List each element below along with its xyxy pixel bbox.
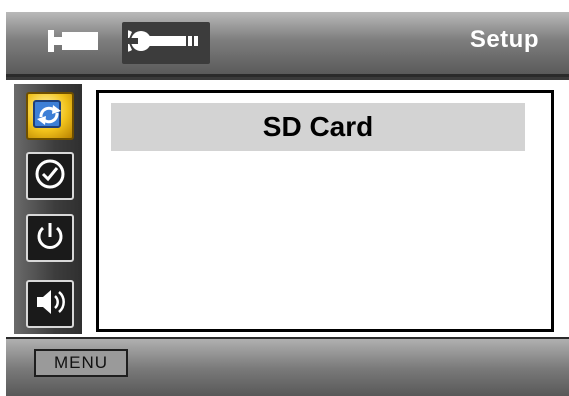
bottom-bar: MENU: [6, 337, 569, 396]
speaker-icon: [33, 285, 67, 324]
clock-icon: [33, 157, 67, 196]
menu-item-sd-card[interactable]: SD Card: [111, 103, 525, 151]
format-refresh-icon: [31, 95, 69, 138]
top-bar: Setup: [6, 12, 569, 77]
sidebar-item-power[interactable]: [26, 214, 74, 262]
wrench-icon: [114, 28, 204, 59]
sidebar-item-format[interactable]: [26, 92, 74, 140]
video-camera-icon: [48, 28, 100, 59]
sidebar-item-date-time[interactable]: [26, 152, 74, 200]
page-title: Setup: [469, 26, 539, 53]
power-icon: [33, 219, 67, 258]
tab-video-mode[interactable]: [32, 22, 116, 64]
sidebar: [14, 84, 82, 334]
main-area: SD Card: [6, 77, 569, 337]
settings-panel: SD Card: [96, 90, 554, 332]
menu-button[interactable]: MENU: [34, 349, 128, 377]
tab-setup-mode[interactable]: [114, 22, 210, 64]
camera-setup-screen: Setup SD Card MENU: [6, 12, 569, 396]
sidebar-item-sound[interactable]: [26, 280, 74, 328]
